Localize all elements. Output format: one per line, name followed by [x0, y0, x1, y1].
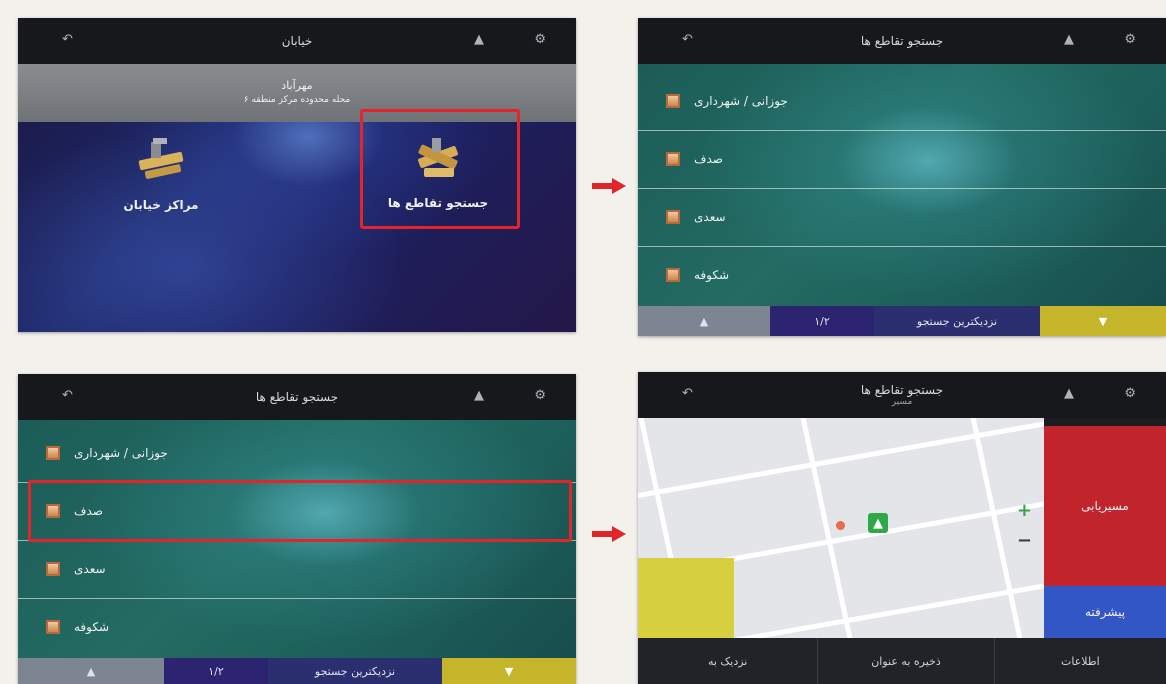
page-indicator: ۱/۲ — [770, 306, 874, 336]
location-title: مهرآباد — [281, 79, 313, 92]
chevron-up-icon[interactable]: ▲ — [1064, 386, 1074, 401]
list-item[interactable]: شکوفه — [18, 598, 576, 656]
location-subtitle: محله محدوده مرکز منطقه ۶ — [243, 95, 351, 105]
chevron-up-icon[interactable]: ▲ — [474, 32, 484, 47]
panel-intersection-map: ↶ جستجو تقاطع ها مسیر ▲ ⚙ ▲ + − مسیریابی… — [638, 372, 1166, 684]
settings-icon[interactable]: ⚙ — [534, 32, 546, 47]
near-to-button[interactable]: نزدیک به — [638, 638, 819, 684]
zoom-out-button[interactable]: − — [1017, 530, 1032, 551]
top-bar: ↶ جستجو تقاطع ها ▲ ⚙ — [18, 374, 576, 420]
back-arrow-icon[interactable]: ↶ — [682, 386, 693, 401]
intersection-marker-icon — [666, 94, 680, 108]
bottom-bar: ▲ ۱/۲ نزدیکترین جستجو ▼ — [638, 306, 1166, 336]
scroll-down-button[interactable]: ▼ — [1040, 306, 1166, 336]
settings-icon[interactable]: ⚙ — [1124, 386, 1136, 401]
page-title: جستجو تقاطع ها — [255, 390, 339, 404]
scroll-up-button[interactable]: ▲ — [638, 306, 770, 336]
page-title: جستجو تقاطع ها — [860, 34, 944, 48]
intersection-marker-icon — [46, 446, 60, 460]
back-arrow-icon[interactable]: ↶ — [682, 32, 693, 47]
page-title: خیابان — [281, 34, 313, 48]
flow-arrow-icon — [592, 178, 626, 194]
list-item-label: سعدی — [74, 562, 106, 576]
list-item[interactable]: سعدی — [638, 188, 1166, 247]
settings-icon[interactable]: ⚙ — [1124, 32, 1136, 47]
list-item[interactable]: سعدی — [18, 540, 576, 599]
chevron-up-icon[interactable]: ▲ — [474, 388, 484, 403]
chevron-up-icon[interactable]: ▲ — [1064, 32, 1074, 47]
nearest-search-button[interactable]: نزدیکترین جستجو — [874, 306, 1040, 336]
back-arrow-icon[interactable]: ↶ — [62, 388, 73, 403]
map-road — [969, 418, 1024, 638]
zoom-in-button[interactable]: + — [1017, 500, 1032, 521]
intersection-dot — [836, 521, 845, 530]
settings-icon[interactable]: ⚙ — [534, 388, 546, 403]
page-indicator: ۱/۲ — [164, 658, 268, 684]
list-item-label: شکوفه — [694, 268, 730, 282]
list-item[interactable]: شکوفه — [638, 246, 1166, 304]
top-bar: ↶ جستجو تقاطع ها مسیر ▲ ⚙ — [638, 372, 1166, 418]
bottom-bar: ▲ ۱/۲ نزدیکترین جستجو ▼ — [18, 658, 576, 684]
map-view[interactable]: ▲ + − — [638, 418, 1044, 638]
list-item[interactable]: جوزانی / شهرداری — [638, 72, 1166, 131]
street-centers-label: مراکز خیابان — [123, 198, 199, 212]
map-road — [799, 418, 854, 638]
back-arrow-icon[interactable]: ↶ — [62, 32, 73, 47]
flow-arrow-icon — [592, 526, 626, 542]
intersection-marker-icon — [666, 210, 680, 224]
intersection-marker-icon — [46, 562, 60, 576]
street-centers-button[interactable]: مراکز خیابان — [106, 136, 216, 212]
panel-street-menu: ↶ خیابان ▲ ⚙ مهرآباد محله محدوده مرکز من… — [18, 18, 576, 332]
advanced-button[interactable]: پیشرفته — [1044, 586, 1166, 638]
page-subtitle: مسیر — [891, 397, 913, 407]
selection-highlight — [28, 480, 572, 542]
page-title: جستجو تقاطع ها — [860, 383, 944, 397]
selection-highlight — [360, 109, 520, 229]
list-item-label: شکوفه — [74, 620, 110, 634]
bottom-bar: نزدیک به ذخیره به عنوان اطلاعات — [638, 638, 1166, 684]
intersection-marker-icon — [666, 152, 680, 166]
intersection-marker-icon — [46, 620, 60, 634]
list-item-label: سعدی — [694, 210, 726, 224]
scroll-down-button[interactable]: ▼ — [442, 658, 576, 684]
top-bar: ↶ خیابان ▲ ⚙ — [18, 18, 576, 64]
location-marker-icon[interactable]: ▲ — [868, 513, 888, 533]
routing-button[interactable]: مسیریابی — [1044, 426, 1166, 586]
list-item[interactable]: جوزانی / شهرداری — [18, 424, 576, 483]
top-bar: ↶ جستجو تقاطع ها ▲ ⚙ — [638, 18, 1166, 64]
panel-intersection-list-selected: ↶ جستجو تقاطع ها ▲ ⚙ جوزانی / شهرداری صد… — [18, 374, 576, 684]
save-as-button[interactable]: ذخیره به عنوان — [818, 638, 995, 684]
street-sign-icon — [131, 136, 191, 188]
list-item[interactable]: صدف — [638, 130, 1166, 189]
info-button[interactable]: اطلاعات — [995, 638, 1166, 684]
nearest-search-button[interactable]: نزدیکترین جستجو — [268, 658, 442, 684]
map-area-yellow — [638, 558, 734, 638]
list-item-label: جوزانی / شهرداری — [74, 446, 168, 460]
list-item-label: جوزانی / شهرداری — [694, 94, 788, 108]
scroll-up-button[interactable]: ▲ — [18, 658, 164, 684]
panel-intersection-list: ↶ جستجو تقاطع ها ▲ ⚙ جوزانی / شهرداری صد… — [638, 18, 1166, 336]
list-item-label: صدف — [694, 152, 723, 166]
intersection-marker-icon — [666, 268, 680, 282]
